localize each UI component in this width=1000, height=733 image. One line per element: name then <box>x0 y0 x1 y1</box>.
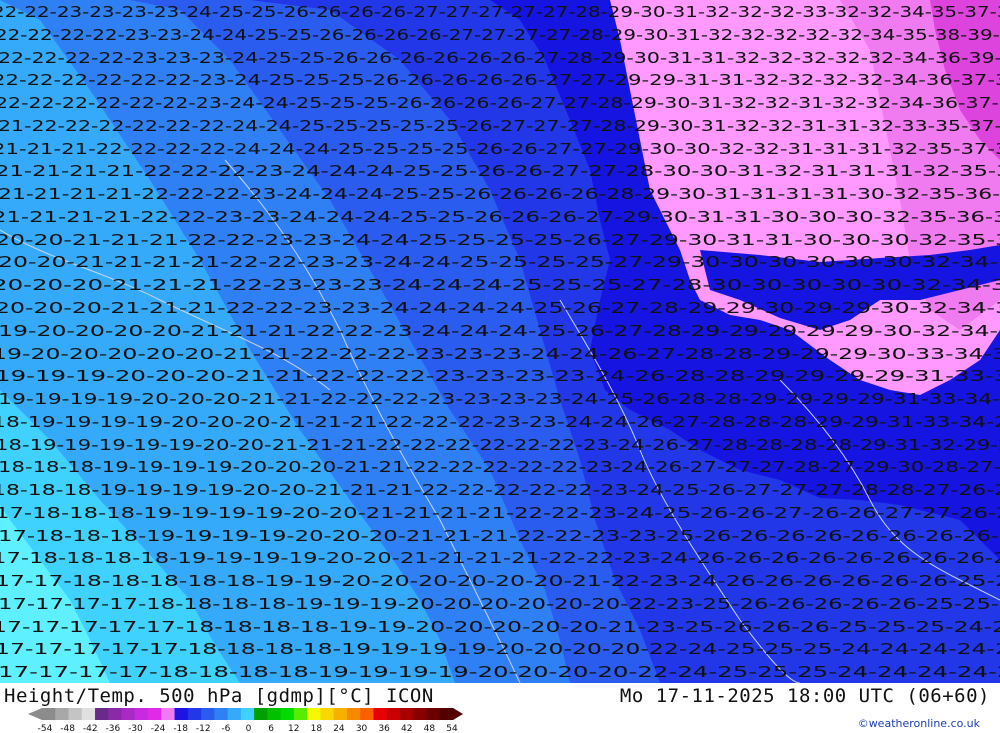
legend-swatch <box>307 708 321 720</box>
legend-tick-label: -54 <box>38 724 53 733</box>
legend-swatch <box>360 708 374 720</box>
legend-swatch <box>240 708 255 720</box>
legend-swatch <box>439 708 454 720</box>
legend-tick-label: 54 <box>446 724 458 733</box>
contour-label-row: 18-19-19-19-19-19-20-20-21-21-21-22-22-2… <box>0 436 1000 454</box>
contour-label-row: 21-21-21-21-22-22-22-23-24-24-24-25-25-2… <box>0 162 1000 180</box>
contour-label-row: 17-17-17-17-18-18-18-18-19-19-19-19-20-2… <box>0 663 1000 681</box>
legend-swatch <box>161 708 176 720</box>
legend-swatch <box>95 708 109 720</box>
legend-tick-label: -42 <box>83 724 98 733</box>
contour-label-row: 19-19-19-19-20-20-20-21-21-22-22-22-23-2… <box>0 390 1000 408</box>
contour-label-row: 21-21-21-21-22-22-23-23-24-24-24-25-25-2… <box>0 208 1000 226</box>
legend-tick-label: -6 <box>221 724 230 733</box>
legend-tick-label: -48 <box>60 724 75 733</box>
contour-label-row: 22-22-23-23-23-23-24-25-25-26-26-26-26-2… <box>0 3 1000 21</box>
contour-label-row: 18-19-19-19-19-20-20-20-21-21-21-22-22-2… <box>0 413 1000 431</box>
legend-swatch <box>293 708 308 720</box>
legend-tick-label: 18 <box>311 724 323 733</box>
contour-label-row: 22-22-22-22-23-23-23-24-25-25-26-26-26-2… <box>0 49 1000 67</box>
legend-arrow-left <box>28 708 42 720</box>
legend-tick-label: 6 <box>268 724 274 733</box>
legend-tick-label: -18 <box>173 724 188 733</box>
legend-swatch <box>373 708 388 720</box>
legend-swatch <box>81 708 96 720</box>
map-footer: Height/Temp. 500 hPa [gdmp][°C] ICON Mo … <box>0 683 1000 733</box>
legend-tick-label: -30 <box>128 724 143 733</box>
contour-label-row: 17-17-17-17-17-18-18-18-18-19-19-19-19-2… <box>0 640 1000 658</box>
contour-label-row: 21-21-21-22-22-22-22-24-24-24-25-25-25-2… <box>0 140 1000 158</box>
legend-tick-label: 12 <box>288 724 299 733</box>
contour-label-row: 19-20-20-20-20-20-21-21-22-22-22-23-23-2… <box>0 345 1000 363</box>
legend-tick-label: 48 <box>424 724 436 733</box>
legend-tick-label: 42 <box>401 724 412 733</box>
contour-label-row: 20-20-21-21-21-21-22-22-23-23-24-24-25-2… <box>0 253 1000 271</box>
legend-swatch <box>148 708 162 720</box>
contour-label-row: 17-18-18-18-18-19-19-19-19-20-20-21-21-2… <box>0 549 1000 567</box>
contour-label-row: 22-22-22-22-22-22-23-24-24-25-25-25-26-2… <box>0 94 1000 112</box>
legend-tick-label: -12 <box>196 724 211 733</box>
contour-label-row: 20-20-20-21-21-21-22-23-23-23-24-24-24-2… <box>0 276 1000 294</box>
legend-swatch <box>134 708 149 720</box>
contour-label-row: 22-22-22-22-23-23-24-24-25-25-26-26-26-2… <box>0 26 1000 44</box>
legend-tick-label: 24 <box>333 724 345 733</box>
legend-tick-label: -36 <box>105 724 120 733</box>
contour-label-row: 21-21-21-21-22-22-22-23-24-24-24-25-25-2… <box>0 185 1000 203</box>
legend-swatch <box>214 708 229 720</box>
contour-label-row: 17-17-17-17-17-18-18-18-18-19-19-20-20-2… <box>0 618 1000 636</box>
map-title: Height/Temp. 500 hPa [gdmp][°C] ICON <box>4 685 434 707</box>
legend-swatch <box>227 708 242 720</box>
legend-swatch <box>174 708 189 720</box>
contour-label-row: 20-20-21-21-21-22-22-23-23-24-24-25-25-2… <box>0 231 1000 249</box>
contour-label-row: 18-18-18-19-19-19-19-20-20-21-21-21-22-2… <box>0 481 1000 499</box>
contour-label-row: 17-17-17-17-18-18-18-18-19-19-19-20-20-2… <box>0 595 1000 613</box>
valid-time: Mo 17-11-2025 18:00 UTC (06+60) <box>619 685 990 707</box>
credit-link[interactable]: ©weatheronline.co.uk <box>858 717 980 730</box>
contour-label-row: 17-17-18-18-18-18-18-19-19-20-20-20-20-2… <box>0 572 1000 590</box>
legend-swatch <box>201 708 215 720</box>
legend-tick-label: -24 <box>151 724 166 733</box>
contour-label-row: 22-22-22-22-22-22-23-24-25-25-25-26-26-2… <box>0 71 1000 89</box>
legend-arrow-right <box>453 708 463 720</box>
contour-label-row: 19-19-19-20-20-20-21-21-22-22-22-23-23-2… <box>0 367 1000 385</box>
legend-tick-label: 0 <box>246 724 252 733</box>
temperature-map: 22-22-23-23-23-23-24-25-25-26-26-26-26-2… <box>0 0 1000 683</box>
legend-swatch <box>187 708 202 720</box>
map-panel: 22-22-23-23-23-23-24-25-25-26-26-26-26-2… <box>0 0 1000 683</box>
contour-label-row: 21-22-22-22-22-22-22-24-24-25-25-25-25-2… <box>0 117 1000 135</box>
contour-label-row: 18-18-18-19-19-19-19-20-20-20-21-21-22-2… <box>0 458 1000 476</box>
legend-swatch <box>333 708 348 720</box>
legend-swatch <box>320 708 335 720</box>
legend-swatch <box>399 708 414 720</box>
legend-swatch <box>108 708 123 720</box>
legend-swatch <box>55 708 70 720</box>
contour-label-row: 17-18-18-18-19-19-19-19-20-20-20-21-21-2… <box>0 527 1000 545</box>
contour-label-row: 17-18-18-18-19-19-19-19-20-20-21-21-21-2… <box>0 504 1000 522</box>
legend-swatch <box>280 708 295 720</box>
legend-swatch <box>121 708 136 720</box>
legend-ticks: -54 -48 -42 -36 -30 -24 -18 -12 -6 0 6 12 18 24 30 36 42… <box>38 724 458 733</box>
legend-swatch <box>42 708 56 720</box>
legend-swatch <box>426 708 441 720</box>
contour-label-row: 19-20-20-20-20-21-21-21-22-22-23-24-24-2… <box>0 322 1000 340</box>
legend-tick-label: 36 <box>378 724 390 733</box>
legend-swatch <box>346 708 361 720</box>
legend-tick-label: 30 <box>356 724 368 733</box>
legend-swatch <box>267 708 282 720</box>
legend-swatch <box>68 708 83 720</box>
legend-swatch <box>254 708 268 720</box>
color-legend <box>28 708 463 720</box>
contour-label-row: 20-20-20-21-21-21-22-22-23-23-24-24-24-2… <box>0 299 1000 317</box>
legend-swatch <box>413 708 427 720</box>
legend-swatch <box>386 708 401 720</box>
